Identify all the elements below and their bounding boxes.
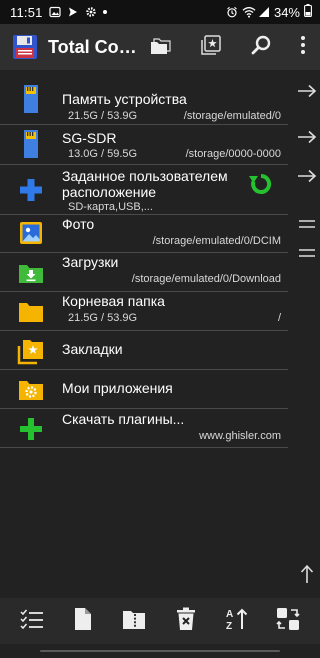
refresh-green-icon [248, 171, 274, 202]
new-file-icon [74, 607, 92, 636]
status-time: 11:51 [10, 4, 43, 20]
entry-name: Закладки [62, 341, 123, 357]
arrow-right-icon [297, 169, 317, 188]
sort-icon: AZ [225, 607, 249, 636]
sd-card-icon [16, 84, 46, 114]
location-list: Память устройства 21.5G / 53.9G /storage… [0, 78, 288, 448]
bottom-toolbar: AZ [0, 598, 320, 644]
swap-panels-button[interactable] [270, 603, 306, 639]
sort-button[interactable]: AZ [219, 603, 255, 639]
new-file-button[interactable] [65, 603, 101, 639]
list-item[interactable]: Заданное пользователем расположение SD-к… [0, 165, 288, 215]
bookmarks-folder-icon [16, 336, 46, 366]
refresh-button[interactable] [247, 172, 275, 200]
battery-icon [304, 4, 312, 20]
arrow-right-icon [297, 84, 317, 103]
plus-green-icon [16, 414, 46, 444]
alarm-icon [226, 6, 238, 18]
folders-icon [150, 35, 172, 60]
apps-folder-icon [16, 375, 46, 405]
entry-name-line2: расположение [62, 184, 157, 200]
entry-name: Фото [62, 216, 95, 232]
app-title: Total Co… [48, 36, 137, 57]
messenger-icon [67, 6, 79, 18]
delete-button[interactable] [168, 603, 204, 639]
plus-blue-icon [16, 175, 46, 205]
entry-path: /storage/emulated/0/Download [131, 273, 281, 285]
entry-path: www.ghisler.com [199, 430, 281, 442]
list-item[interactable]: Корневая папка 21.5G / 53.9G / [0, 292, 288, 331]
archive-icon [122, 608, 146, 635]
arrow-right-icon [297, 130, 317, 149]
settings-icon [85, 6, 97, 18]
entry-path: /storage/emulated/0/DCIM [152, 235, 281, 247]
entry-name: Корневая папка [62, 293, 165, 309]
entry-size: SD-карта,USB,... [68, 201, 153, 213]
delete-icon [176, 607, 196, 636]
drag-handle[interactable] [296, 214, 318, 236]
sd-card-icon [16, 129, 46, 159]
archive-button[interactable] [116, 603, 152, 639]
entry-name: Скачать плагины... [62, 411, 185, 427]
list-item[interactable]: Память устройства 21.5G / 53.9G /storage… [0, 78, 288, 125]
entry-path: /storage/emulated/0 [183, 110, 281, 122]
entry-name: Мои приложения [62, 380, 173, 396]
svg-text:Z: Z [226, 621, 232, 631]
status-bar: 11:51 34% [0, 0, 320, 24]
entry-size: 21.5G / 53.9G [68, 110, 138, 122]
entry-path: / [277, 312, 281, 324]
entry-name: Загрузки [62, 254, 119, 270]
battery-percent: 34% [273, 4, 300, 20]
bookmark-icon [200, 34, 222, 61]
entry-name: SG-SDR [62, 130, 117, 146]
bookmarks-button[interactable] [186, 24, 236, 70]
app-bar: Total Co… [0, 24, 320, 70]
entry-name-line1: Заданное пользователем [62, 168, 228, 184]
root-folder-icon [16, 297, 46, 327]
arrow-up-icon [300, 564, 314, 589]
overflow-menu-button[interactable] [286, 24, 320, 70]
list-item[interactable]: Загрузки /storage/emulated/0/Download [0, 253, 288, 292]
swap-panels-icon [276, 607, 300, 636]
downloads-folder-icon [16, 258, 46, 288]
entry-path: /storage/0000-0000 [185, 148, 281, 160]
open-right-button[interactable] [296, 128, 318, 150]
app-logo-icon [12, 34, 38, 60]
open-right-button[interactable] [296, 82, 318, 104]
open-right-button[interactable] [296, 167, 318, 189]
photo-folder-icon [16, 218, 46, 248]
list-item[interactable]: Закладки [0, 331, 288, 370]
signal-icon [258, 6, 270, 18]
search-button[interactable] [236, 24, 286, 70]
dot-icon [102, 10, 107, 14]
folders-button[interactable] [136, 24, 186, 70]
scroll-up-button[interactable] [296, 564, 318, 589]
list-item[interactable]: Скачать плагины... www.ghisler.com [0, 409, 288, 448]
gallery-icon [48, 6, 61, 18]
list-item[interactable]: Фото /storage/emulated/0/DCIM [0, 215, 288, 253]
entry-size: 21.5G / 53.9G [68, 312, 138, 324]
select-button[interactable] [14, 603, 50, 639]
entry-size: 13.0G / 59.5G [68, 148, 138, 160]
list-item[interactable]: SG-SDR 13.0G / 59.5G /storage/0000-0000 [0, 125, 288, 165]
entry-name: Память устройства [62, 91, 187, 107]
home-indicator [40, 650, 280, 652]
equals-icon [298, 216, 316, 234]
svg-text:A: A [226, 609, 233, 620]
list-item[interactable]: Мои приложения [0, 370, 288, 409]
select-list-icon [20, 608, 44, 635]
equals-icon [298, 245, 316, 263]
overflow-menu-icon [300, 35, 306, 60]
wifi-icon [242, 6, 256, 18]
drag-handle[interactable] [296, 243, 318, 265]
search-icon [250, 34, 272, 61]
